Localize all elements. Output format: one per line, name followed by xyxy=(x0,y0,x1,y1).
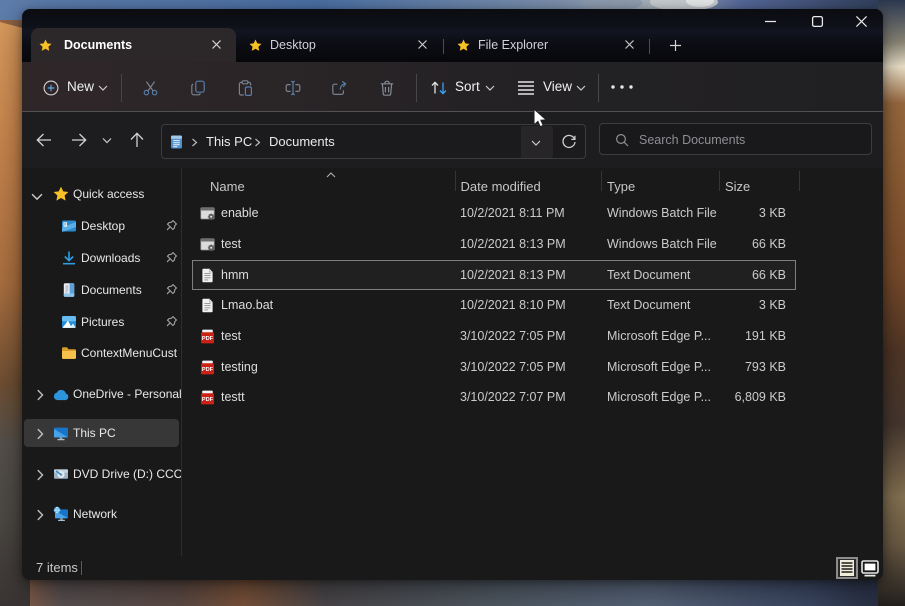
svg-text:PDF: PDF xyxy=(202,366,214,372)
svg-text:PDF: PDF xyxy=(202,336,214,342)
svg-text:PDF: PDF xyxy=(202,397,214,403)
